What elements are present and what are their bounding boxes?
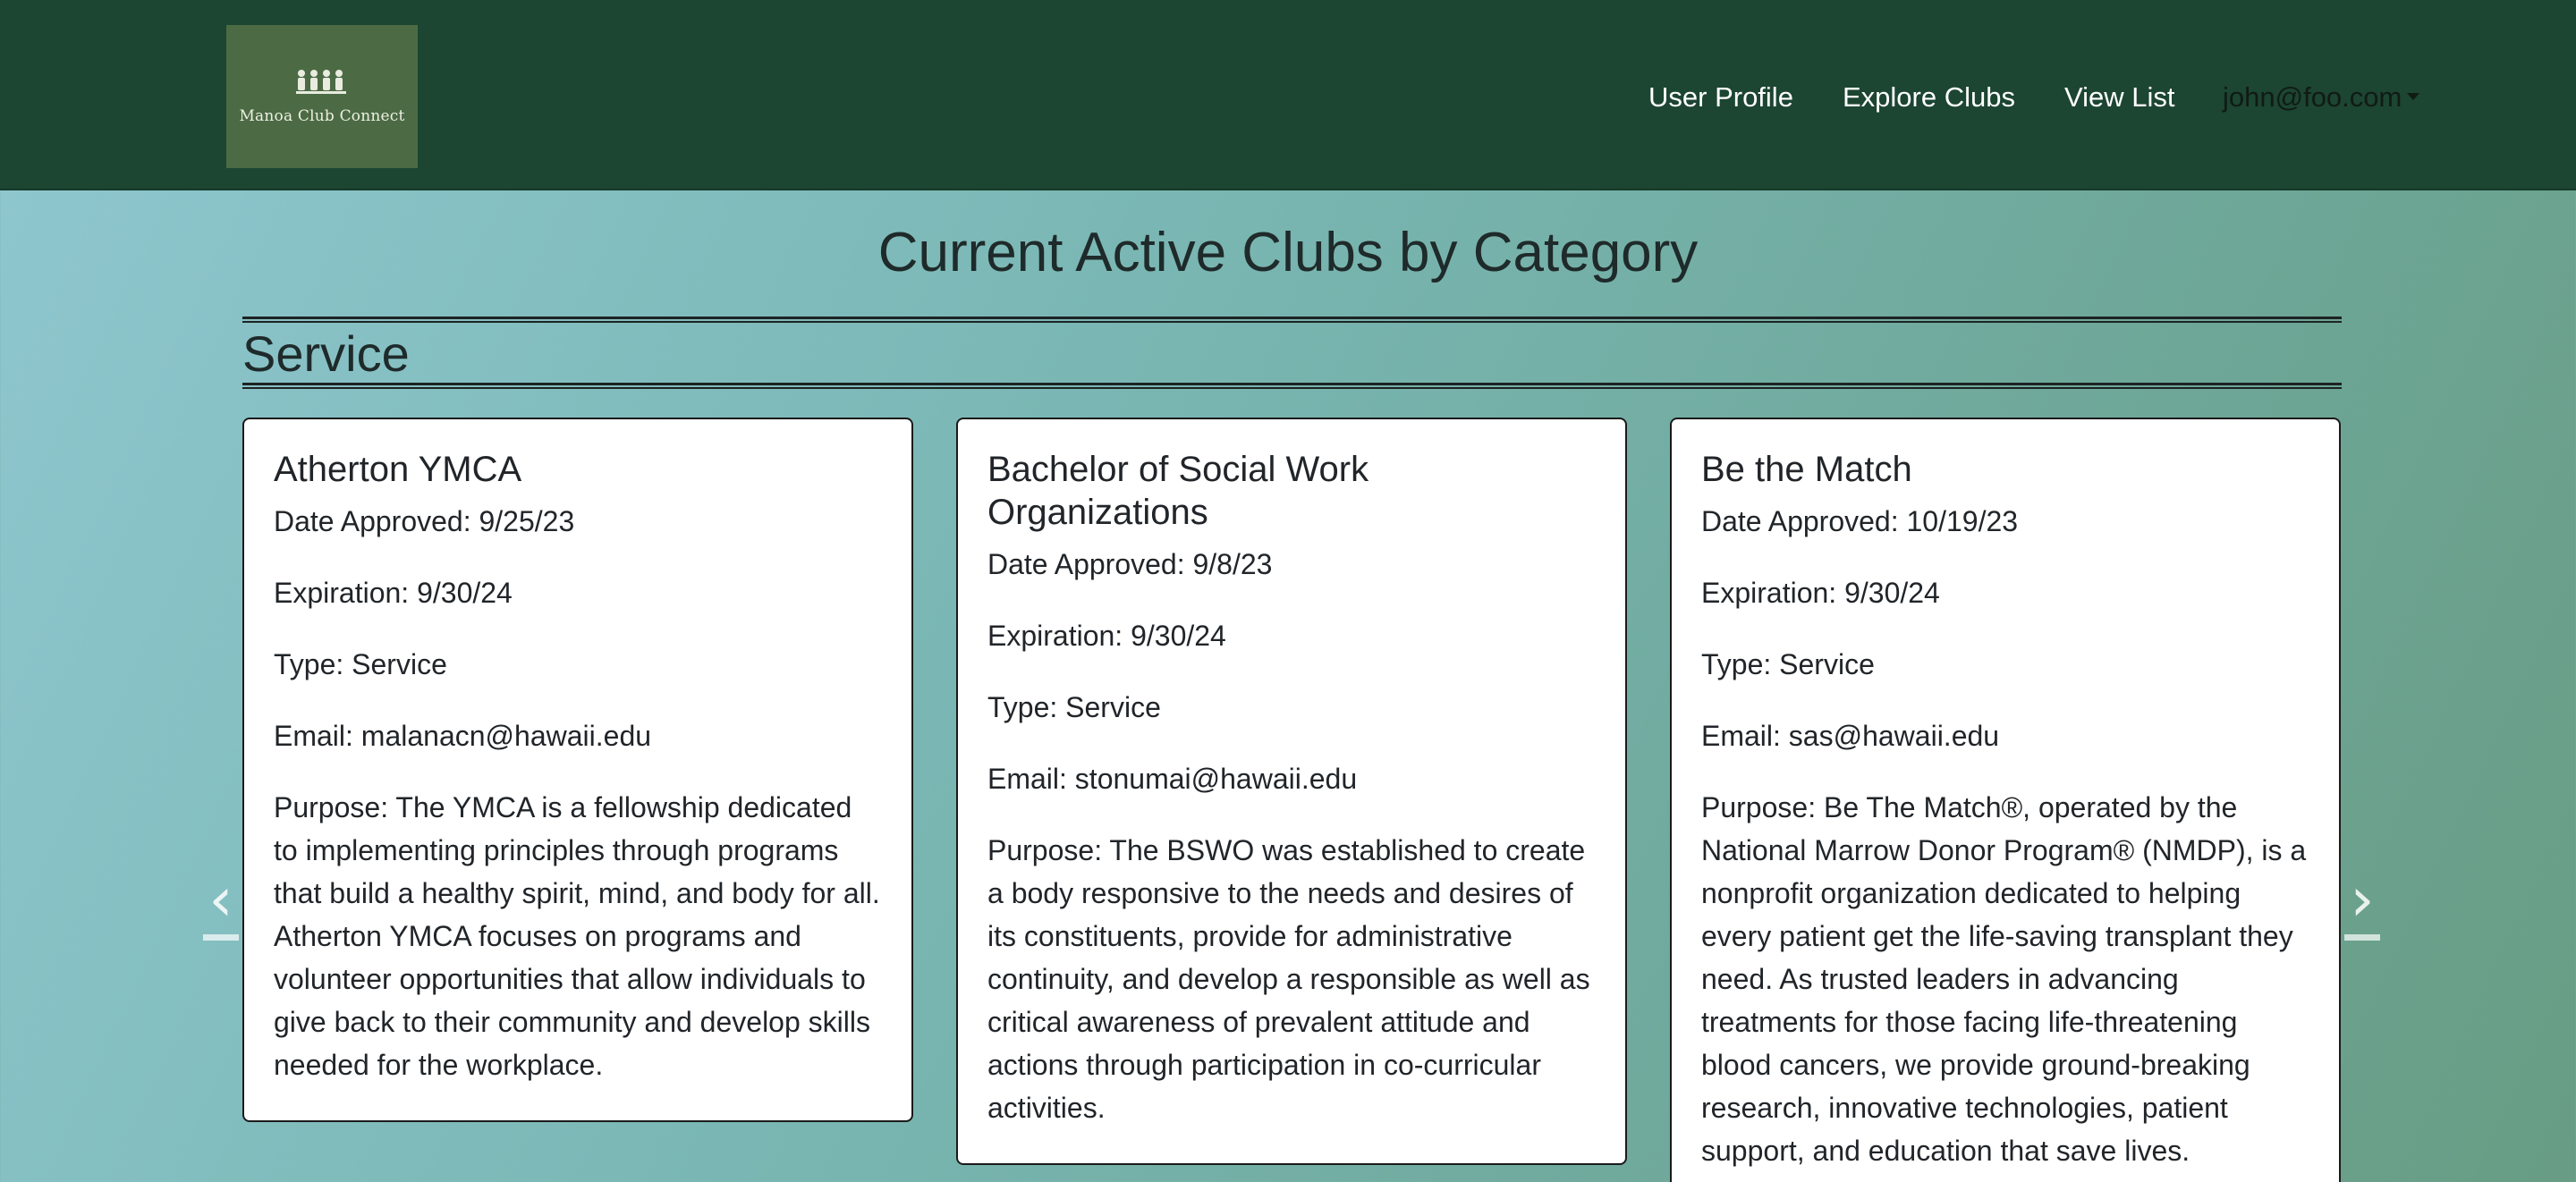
divider-top	[242, 317, 2342, 323]
club-name: Be the Match	[1701, 450, 1912, 489]
club-purpose: Purpose: Be The Match®, operated by the …	[1701, 791, 2307, 1167]
category-title: Service	[242, 325, 410, 382]
chevron-left-icon: ‹	[208, 865, 233, 935]
chevron-right-icon: ›	[2350, 865, 2375, 935]
club-date-approved: Date Approved: 9/8/23	[987, 548, 1273, 580]
divider-bottom	[242, 383, 2342, 389]
user-dropdown[interactable]: john@foo.com	[2223, 75, 2420, 120]
club-type: Type: Service	[274, 648, 447, 680]
page-title: Current Active Clubs by Category	[877, 222, 1699, 283]
club-purpose: Purpose: The YMCA is a fellowship dedica…	[274, 791, 880, 1081]
club-card[interactable]: Atherton YMCA Date Approved: 9/25/23 Exp…	[242, 418, 913, 1122]
navbar: Manoa Club Connect User Profile Explore …	[0, 0, 2576, 190]
club-email: Email: sas@hawaii.edu	[1701, 720, 2000, 752]
carousel-indicator-right	[2344, 934, 2380, 941]
nav-links: User Profile Explore Clubs View List joh…	[0, 75, 2576, 120]
nav-user-profile[interactable]: User Profile	[1648, 75, 1793, 120]
nav-explore-clubs[interactable]: Explore Clubs	[1843, 75, 2015, 120]
carousel-prev-button[interactable]: ‹	[200, 865, 242, 945]
club-card[interactable]: Bachelor of Social Work Organizations Da…	[956, 418, 1627, 1165]
club-expiration: Expiration: 9/30/24	[274, 577, 513, 609]
nav-view-list[interactable]: View List	[2064, 75, 2175, 120]
club-purpose: Purpose: The BSWO was established to cre…	[987, 834, 1590, 1124]
club-expiration: Expiration: 9/30/24	[1701, 577, 1940, 609]
club-date-approved: Date Approved: 9/25/23	[274, 505, 575, 537]
club-card[interactable]: Be the Match Date Approved: 10/19/23 Exp…	[1670, 418, 2341, 1182]
club-type: Type: Service	[987, 691, 1161, 723]
user-email: john@foo.com	[2223, 81, 2402, 113]
club-type: Type: Service	[1701, 648, 1875, 680]
club-name: Bachelor of Social Work Organizations	[987, 450, 1369, 532]
club-email: Email: malanacn@hawaii.edu	[274, 720, 652, 752]
club-expiration: Expiration: 9/30/24	[987, 620, 1226, 652]
carousel-next-button[interactable]: ›	[2342, 865, 2383, 945]
club-name: Atherton YMCA	[274, 450, 522, 489]
club-email: Email: stonumai@hawaii.edu	[987, 763, 1358, 795]
club-date-approved: Date Approved: 10/19/23	[1701, 505, 2019, 537]
carousel-indicator-left	[203, 934, 239, 941]
caret-down-icon	[2407, 92, 2420, 100]
